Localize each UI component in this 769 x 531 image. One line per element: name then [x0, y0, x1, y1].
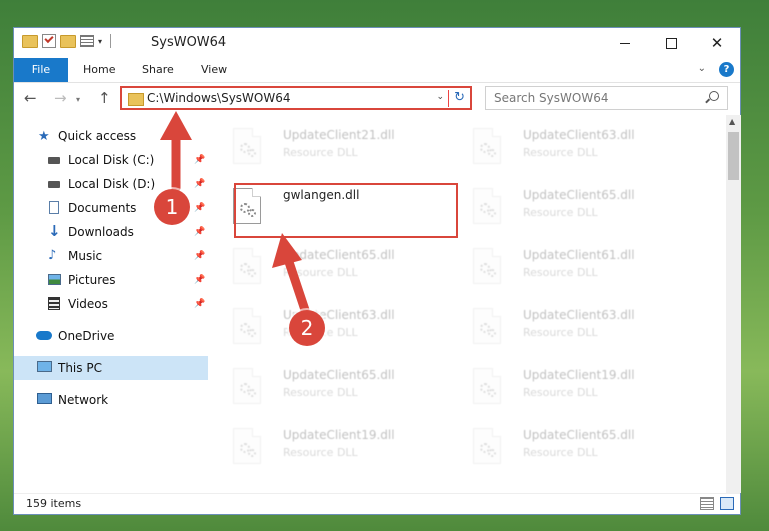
step-2-callout: 2 — [289, 310, 325, 346]
annotation-arrows — [160, 111, 310, 315]
step-1-callout: 1 — [154, 189, 190, 225]
arrow-2 — [272, 233, 310, 315]
arrow-1 — [160, 111, 192, 193]
